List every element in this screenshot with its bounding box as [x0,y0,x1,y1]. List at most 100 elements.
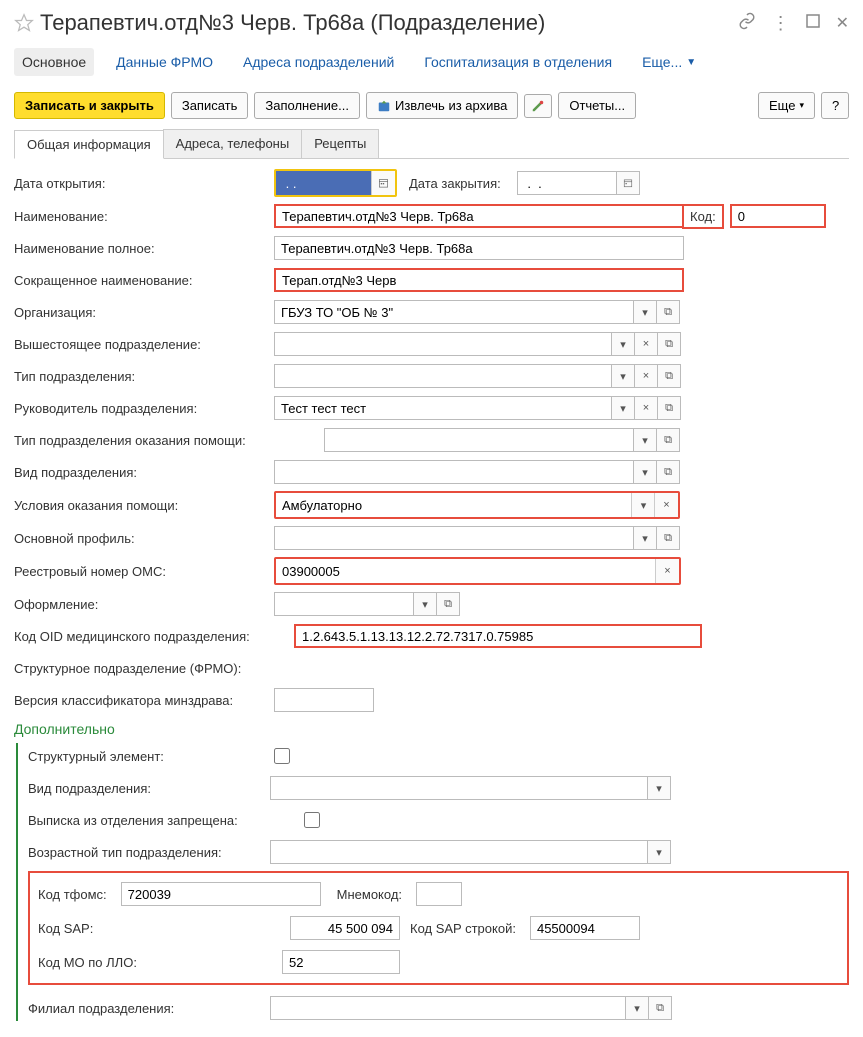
nav-more[interactable]: Еще... ▼ [634,48,704,76]
age-type-input[interactable] [270,840,648,864]
open-date-label: Дата открытия: [14,176,274,191]
class-ver-input[interactable] [274,688,374,712]
org-open-icon[interactable]: ⧉ [656,300,680,324]
class-ver-label: Версия классификатора минздрава: [14,693,274,708]
open-date-input[interactable] [276,171,372,195]
nav-frmo[interactable]: Данные ФРМО [108,48,221,76]
profile-dropdown-icon[interactable]: ▾ [633,526,657,550]
mnemo-input[interactable] [416,882,462,906]
window-maximize-icon[interactable] [806,14,820,33]
struct-elem-checkbox[interactable] [274,748,290,764]
fill-button[interactable]: Заполнение... [254,92,360,119]
code-input[interactable] [730,204,826,228]
kind-open-icon[interactable]: ⧉ [656,460,680,484]
edit-icon-button[interactable] [524,94,552,118]
nav-main[interactable]: Основное [14,48,94,76]
org-dropdown-icon[interactable]: ▾ [633,300,657,324]
profile-label: Основной профиль: [14,531,274,546]
conditions-input[interactable] [276,493,632,517]
full-name-input[interactable] [274,236,684,260]
page-title: Терапевтич.отд№3 Черв. Тр68а (Подразделе… [40,10,738,36]
help-type-open-icon[interactable]: ⧉ [656,428,680,452]
branch-open-icon[interactable]: ⧉ [648,996,672,1020]
short-name-label: Сокращенное наименование: [14,273,274,288]
conditions-clear-icon[interactable]: × [654,493,678,517]
design-input[interactable] [274,592,414,616]
struct-elem-label: Структурный элемент: [28,749,270,764]
close-icon[interactable]: ✕ [836,13,849,33]
extract-button[interactable]: Извлечь из архива [366,92,518,119]
discharge-label: Выписка из отделения запрещена: [28,813,300,828]
help-button[interactable]: ? [821,92,849,119]
save-close-button[interactable]: Записать и закрыть [14,92,165,119]
discharge-checkbox[interactable] [304,812,320,828]
kind2-label: Вид подразделения: [28,781,270,796]
kind-dropdown-icon[interactable]: ▾ [633,460,657,484]
more-button[interactable]: Еще ▾ [758,92,815,119]
profile-open-icon[interactable]: ⧉ [656,526,680,550]
close-date-label: Дата закрытия: [409,176,509,191]
close-date-input[interactable] [517,171,617,195]
oid-input[interactable] [294,624,702,648]
parent-clear-icon[interactable]: × [634,332,658,356]
kind2-input[interactable] [270,776,648,800]
link-icon[interactable] [738,12,756,35]
design-dropdown-icon[interactable]: ▾ [413,592,437,616]
head-input[interactable] [274,396,612,420]
tab-general[interactable]: Общая информация [14,130,164,159]
profile-input[interactable] [274,526,634,550]
reports-button[interactable]: Отчеты... [558,92,636,119]
oms-label: Реестровый номер ОМС: [14,564,274,579]
type-open-icon[interactable]: ⧉ [657,364,681,388]
kind2-dropdown-icon[interactable]: ▾ [647,776,671,800]
nav-addresses[interactable]: Адреса подразделений [235,48,402,76]
help-type-label: Тип подразделения оказания помощи: [14,433,324,448]
save-button[interactable]: Записать [171,92,249,119]
tfoms-input[interactable] [121,882,321,906]
favorite-star-icon[interactable] [14,13,34,33]
type-label: Тип подразделения: [14,369,274,384]
branch-label: Филиал подразделения: [28,1001,270,1016]
org-input[interactable] [274,300,634,324]
parent-open-icon[interactable]: ⧉ [657,332,681,356]
org-label: Организация: [14,305,274,320]
parent-input[interactable] [274,332,612,356]
more-menu-icon[interactable]: ⋮ [772,13,790,34]
head-open-icon[interactable]: ⧉ [657,396,681,420]
parent-label: Вышестоящее подразделение: [14,337,274,352]
sap-str-input[interactable] [530,916,640,940]
type-dropdown-icon[interactable]: ▾ [611,364,635,388]
kind-label: Вид подразделения: [14,465,274,480]
close-date-calendar-icon[interactable] [616,171,640,195]
sap-input[interactable] [290,916,400,940]
short-name-input[interactable] [274,268,684,292]
mo-llo-input[interactable] [282,950,400,974]
name-label: Наименование: [14,209,274,224]
oid-label: Код OID медицинского подразделения: [14,629,294,644]
help-type-dropdown-icon[interactable]: ▾ [633,428,657,452]
name-input[interactable] [274,204,684,228]
sap-label: Код SAP: [38,921,120,936]
oms-input[interactable] [276,559,656,583]
age-type-dropdown-icon[interactable]: ▾ [647,840,671,864]
kind-input[interactable] [274,460,634,484]
parent-dropdown-icon[interactable]: ▾ [611,332,635,356]
head-label: Руководитель подразделения: [14,401,274,416]
open-date-calendar-icon[interactable] [371,171,395,195]
branch-input[interactable] [270,996,626,1020]
head-clear-icon[interactable]: × [634,396,658,420]
tab-addresses[interactable]: Адреса, телефоны [163,129,303,158]
mnemo-label: Мнемокод: [337,887,410,902]
code-label: Код: [682,204,724,229]
design-open-icon[interactable]: ⧉ [436,592,460,616]
conditions-dropdown-icon[interactable]: ▾ [631,493,655,517]
tab-recipes[interactable]: Рецепты [301,129,379,158]
nav-hospital[interactable]: Госпитализация в отделения [416,48,620,76]
type-input[interactable] [274,364,612,388]
struct-frmo-label: Структурное подразделение (ФРМО): [14,661,324,676]
oms-clear-icon[interactable]: × [655,559,679,583]
type-clear-icon[interactable]: × [634,364,658,388]
branch-dropdown-icon[interactable]: ▾ [625,996,649,1020]
help-type-input[interactable] [324,428,634,452]
head-dropdown-icon[interactable]: ▾ [611,396,635,420]
